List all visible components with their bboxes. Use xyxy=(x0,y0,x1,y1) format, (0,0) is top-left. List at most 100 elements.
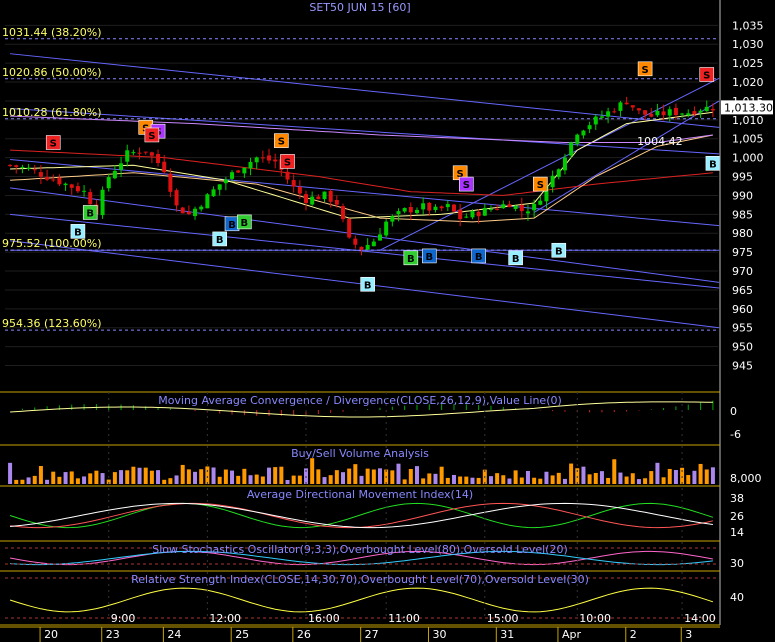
price-tick-label: 1,000 xyxy=(732,152,764,165)
volume-bar xyxy=(100,473,105,484)
volume-bar xyxy=(396,463,401,484)
volume-bar xyxy=(57,476,62,484)
volume-bar xyxy=(599,471,604,484)
candle-body xyxy=(525,211,530,214)
volume-bar xyxy=(439,466,444,484)
candle-body xyxy=(402,208,407,212)
volume-bar xyxy=(63,472,68,484)
volume-bar xyxy=(199,469,204,484)
volume-bar xyxy=(8,462,13,484)
date-tick-label: 24 xyxy=(167,628,181,641)
candle-body xyxy=(538,200,543,205)
candle-body xyxy=(365,244,370,250)
signal-label: B xyxy=(364,280,372,291)
volume-bar xyxy=(205,466,210,484)
volume-bar xyxy=(186,469,191,484)
candle-body xyxy=(223,179,228,184)
volume-bar xyxy=(451,474,456,484)
candle-body xyxy=(51,179,56,181)
candle-body xyxy=(57,177,62,185)
candle-body xyxy=(297,186,302,194)
candle-body xyxy=(680,113,685,115)
candle-body xyxy=(131,152,136,154)
candle-body xyxy=(205,194,210,209)
candle-body xyxy=(149,152,154,156)
candle-body xyxy=(513,205,518,209)
candle-body xyxy=(593,116,598,125)
signal-label: S xyxy=(278,137,285,148)
signal-label: B xyxy=(512,254,520,265)
candle-body xyxy=(273,159,278,162)
candle-body xyxy=(581,130,586,136)
candle-body xyxy=(575,134,580,144)
volume-bar xyxy=(686,475,691,484)
candle-body xyxy=(507,204,512,208)
candle-body xyxy=(291,180,296,187)
volume-bar xyxy=(544,471,549,484)
panel-tick-label: 30 xyxy=(730,557,744,570)
candle-body xyxy=(569,142,574,156)
candle-body xyxy=(119,163,124,170)
volume-bar xyxy=(168,478,173,484)
volume-bar xyxy=(692,470,697,484)
volume-bar xyxy=(655,462,660,484)
candle-body xyxy=(686,113,691,116)
volume-bar xyxy=(119,470,124,484)
volume-bar xyxy=(75,478,80,484)
volume-bar xyxy=(94,470,99,484)
panel-title: Average Directional Movement Index(14) xyxy=(247,488,473,501)
panel-tick-label: 14 xyxy=(730,526,744,539)
volume-bar xyxy=(353,464,358,484)
volume-bar xyxy=(217,476,222,484)
date-tick-label: 25 xyxy=(235,628,249,641)
candle-body xyxy=(624,102,629,105)
volume-bar xyxy=(606,477,611,484)
fib-level-label: 954.36 (123.60%) xyxy=(2,317,102,330)
volume-bar xyxy=(143,467,148,484)
chart-title: SET50 JUN 15 [60] xyxy=(309,1,410,14)
candle-body xyxy=(643,110,648,115)
volume-bar xyxy=(51,471,56,484)
time-tick-label: 11:00 xyxy=(388,612,420,625)
candle-body xyxy=(470,211,475,218)
time-tick-label: 9:00 xyxy=(111,612,136,625)
candle-body xyxy=(304,194,309,203)
volume-bar xyxy=(334,470,339,484)
signal-label: S xyxy=(284,157,291,168)
volume-bar xyxy=(507,478,512,484)
fib-level-label: 1031.44 (38.20%) xyxy=(2,26,102,39)
volume-bar xyxy=(180,464,185,484)
volume-bar xyxy=(710,467,715,484)
signal-label: B xyxy=(555,246,563,257)
candle-body xyxy=(673,107,678,116)
candle-body xyxy=(236,170,241,173)
candle-body xyxy=(482,207,487,216)
candle-body xyxy=(211,189,216,197)
volume-bar xyxy=(297,475,302,484)
price-tick-label: 975 xyxy=(732,246,753,259)
candle-body xyxy=(26,167,31,169)
candle-body xyxy=(377,234,382,241)
volume-bar xyxy=(310,458,315,484)
volume-bar xyxy=(279,466,284,484)
volume-bar xyxy=(328,475,333,484)
time-tick-label: 15:00 xyxy=(487,612,519,625)
price-tick-label: 1,025 xyxy=(732,57,764,70)
volume-bar xyxy=(458,476,463,484)
candle-body xyxy=(353,238,358,245)
signal-label: S xyxy=(50,139,57,150)
fib-level-label: 975.52 (100.00%) xyxy=(2,237,102,250)
volume-bar xyxy=(470,477,475,484)
volume-bar xyxy=(445,477,450,484)
price-tick-label: 990 xyxy=(732,189,753,202)
candle-body xyxy=(501,204,506,209)
volume-bar xyxy=(402,479,407,484)
volume-bar xyxy=(149,470,154,484)
volume-bar xyxy=(390,470,395,484)
volume-bar xyxy=(464,476,469,484)
candle-body xyxy=(112,170,117,179)
candle-body xyxy=(162,161,167,173)
volume-bar xyxy=(162,479,167,484)
candle-body xyxy=(532,203,537,211)
volume-bar xyxy=(285,479,290,484)
